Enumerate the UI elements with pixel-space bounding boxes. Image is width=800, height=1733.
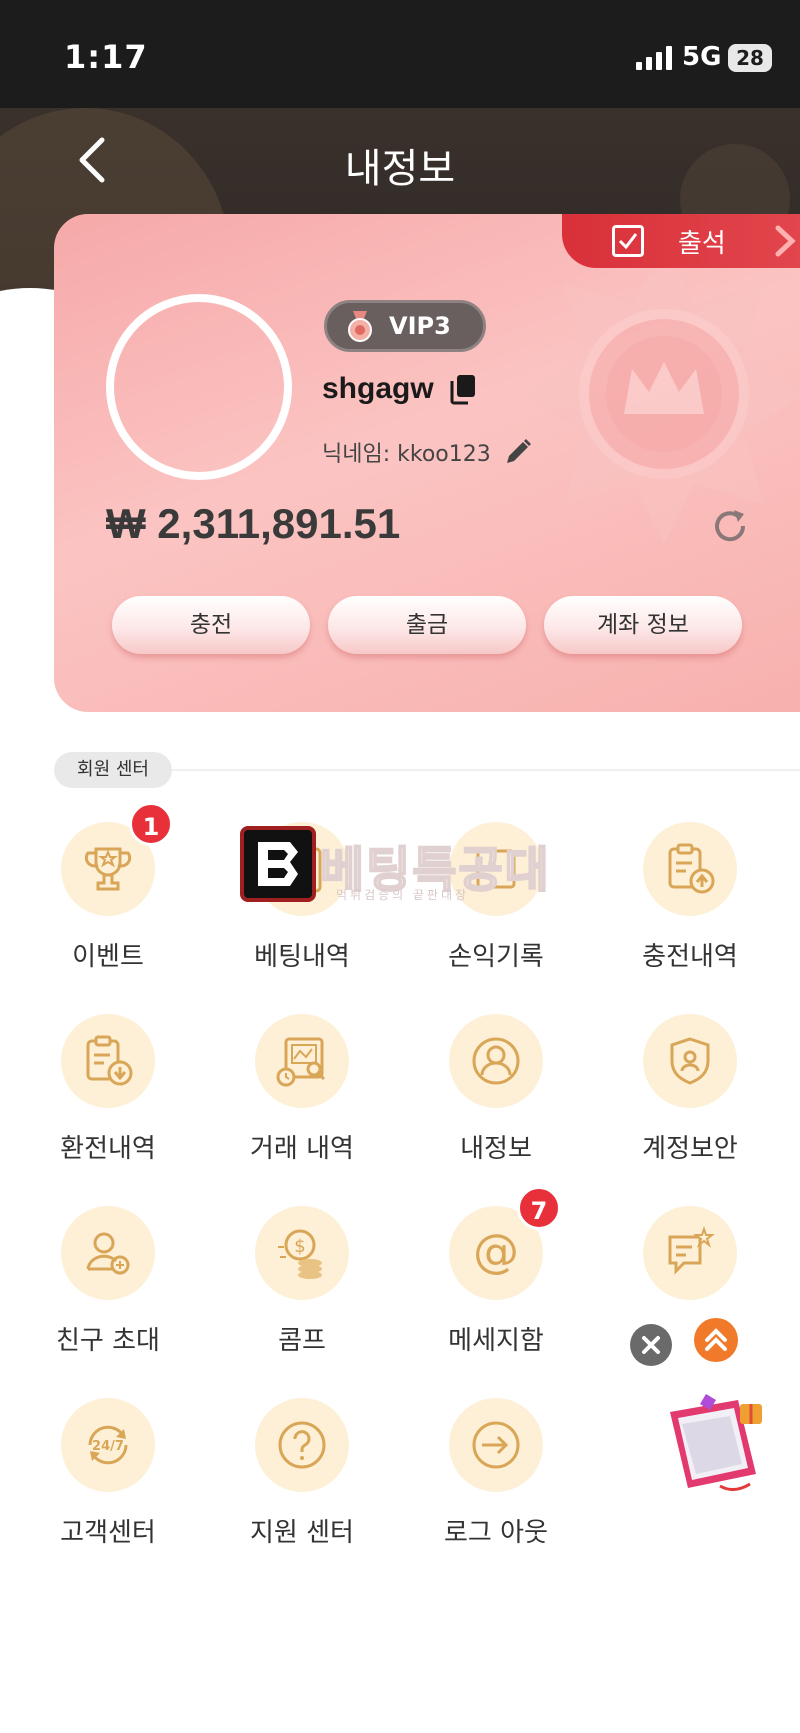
edit-pencil-icon[interactable] <box>503 437 533 467</box>
menu-item-label: 베팅내역 <box>254 942 350 972</box>
menu-item-label: 친구 초대 <box>56 1326 160 1356</box>
username-row: shgagw <box>322 372 478 406</box>
feedback-icon <box>668 1225 715 1275</box>
menu-item-label: 이벤트 <box>72 942 144 972</box>
logout-icon <box>472 1421 520 1469</box>
menu-item-label: 환전내역 <box>60 1134 156 1164</box>
deposit-history-icon <box>668 843 715 894</box>
menu-item-label: 고객센터 <box>60 1518 156 1548</box>
menu-item-help-center[interactable]: 지원 센터 <box>227 1398 377 1568</box>
menu-item-exchange-history[interactable]: 환전내역 <box>33 1014 183 1184</box>
menu-item-label: 메세지함 <box>448 1326 544 1356</box>
nickname-label: 닉네임: kkoo123 <box>322 442 491 467</box>
exchange-history-icon <box>86 1035 133 1086</box>
menu-item-my-info[interactable]: 내정보 <box>421 1014 571 1184</box>
username: shgagw <box>322 372 434 405</box>
coins-icon: $ <box>278 1229 322 1279</box>
menu-item-account-security[interactable]: 계정보안 <box>615 1014 765 1184</box>
menu-item-label: 거래 내역 <box>250 1134 354 1164</box>
medal-decoration-icon <box>524 244 800 544</box>
vip-badge: VIP3 <box>324 300 486 352</box>
checkbox-icon <box>612 225 644 257</box>
invite-friend-icon <box>86 1232 130 1275</box>
shield-icon <box>670 1037 710 1085</box>
divider <box>172 769 800 771</box>
balance-amount: ₩ 2,311,891.51 <box>106 500 401 547</box>
status-time: 1:17 <box>64 38 148 76</box>
menu-item-label: 지원 센터 <box>250 1518 354 1548</box>
battery-icon: 28 <box>728 44 772 72</box>
menu-item-label: 콤프 <box>278 1326 326 1356</box>
event-notification-badge: 1 <box>129 802 173 846</box>
help-icon <box>278 1421 326 1469</box>
deposit-button[interactable]: 충전 <box>112 596 310 654</box>
profile-icon <box>472 1037 520 1085</box>
signal-icon <box>636 46 672 70</box>
menu-item-label: 로그 아웃 <box>444 1518 548 1548</box>
chevron-right-icon <box>775 225 796 257</box>
checkin-button[interactable]: 출석 <box>562 214 800 268</box>
gift-book-icon <box>670 1394 762 1491</box>
page-title: 내정보 <box>344 146 456 192</box>
svg-text:24/7: 24/7 <box>92 1439 124 1454</box>
menu-item-customer-center[interactable]: 24/7 고객센터 <box>33 1398 183 1568</box>
scroll-top-button[interactable] <box>694 1318 738 1362</box>
checkin-label: 출석 <box>678 228 726 259</box>
status-bar: 1:17 5G 28 <box>0 0 800 108</box>
menu-item-label: 손익기록 <box>448 942 544 972</box>
menu-item-label: 계정보안 <box>642 1134 738 1164</box>
menu-item-invite-friend[interactable]: 친구 초대 <box>33 1206 183 1376</box>
support-24-7-icon: 24/7 <box>88 1425 128 1465</box>
messages-notification-badge: 7 <box>517 1186 561 1230</box>
menu-item-event[interactable]: 1 이벤트 <box>33 802 183 992</box>
close-floating-button[interactable] <box>630 1324 672 1366</box>
svg-text:@: @ <box>473 1224 519 1278</box>
section-title: 회원 센터 <box>54 752 172 788</box>
profile-card: 출석 VIP3 shgagw 닉네임: kkoo123 ₩ 2,311,891.… <box>54 214 800 712</box>
vip-medal-icon <box>348 311 372 342</box>
menu-item-transactions[interactable]: 거래 내역 <box>227 1014 377 1184</box>
at-sign-icon: @ <box>473 1224 519 1278</box>
copy-icon[interactable] <box>448 373 478 405</box>
network-label: 5G <box>682 42 722 72</box>
watermark-subtext: 먹튀검증의 끝판대장 <box>336 888 470 902</box>
transaction-icon <box>276 1037 326 1087</box>
watermark-logo: 베팅특공대 먹튀검증의 끝판대장 <box>240 826 560 912</box>
promo-gift-button[interactable] <box>660 1390 772 1500</box>
vip-label: VIP3 <box>389 312 451 340</box>
nickname-row: 닉네임: kkoo123 <box>322 436 533 468</box>
menu-item-logout[interactable]: 로그 아웃 <box>421 1398 571 1568</box>
menu-item-label: 충전내역 <box>642 942 738 972</box>
double-chevron-up-icon <box>705 1328 727 1351</box>
menu-item-comp[interactable]: $ 콤프 <box>227 1206 377 1376</box>
menu-item-messages[interactable]: @ 7 메세지함 <box>421 1186 571 1376</box>
withdraw-button[interactable]: 출금 <box>328 596 526 654</box>
svg-text:$: $ <box>294 1236 305 1257</box>
menu-item-label: 내정보 <box>460 1134 532 1164</box>
avatar[interactable] <box>106 294 292 480</box>
trophy-icon <box>84 847 132 891</box>
account-info-button[interactable]: 계좌 정보 <box>544 596 742 654</box>
close-icon <box>642 1336 660 1354</box>
refresh-icon[interactable] <box>710 506 750 546</box>
menu-item-deposit-history[interactable]: 충전내역 <box>615 822 765 992</box>
